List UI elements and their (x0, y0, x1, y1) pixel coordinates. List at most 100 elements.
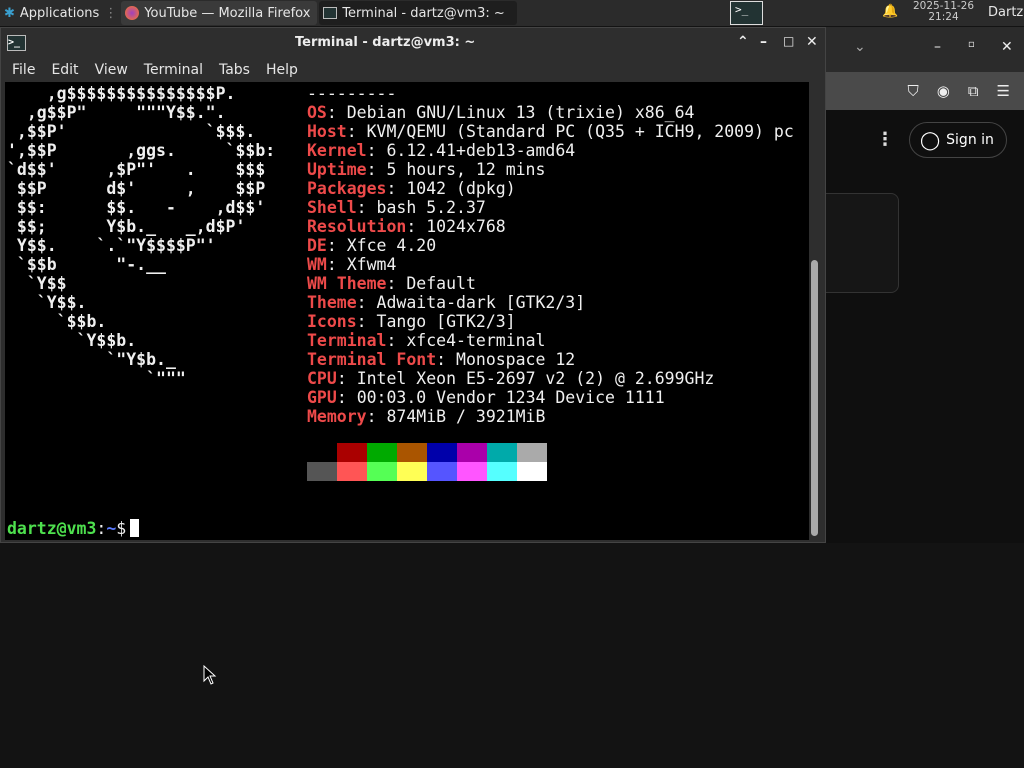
account-icon[interactable]: ◉ (937, 82, 950, 100)
menu-file[interactable]: File (1, 62, 43, 78)
extensions-icon[interactable]: ⧉ (968, 82, 979, 100)
user-circle-icon: ◯ (920, 129, 941, 151)
clock[interactable]: 2025-11-26 21:24 (913, 1, 974, 23)
notification-bell-icon[interactable]: 🔔 (882, 4, 898, 19)
applications-menu[interactable]: ✱ Applications ⋮ (0, 0, 121, 26)
info-line: Icons: Tango [GTK2/3] (307, 312, 516, 331)
color-swatch (337, 443, 367, 462)
info-label: DE (307, 236, 327, 255)
color-swatch (397, 462, 427, 481)
menu-terminal[interactable]: Terminal (136, 62, 211, 78)
info-label: Terminal Font (307, 350, 437, 369)
info-value: 1024x768 (426, 217, 506, 236)
info-label: Packages (307, 179, 387, 198)
mouse-cursor-icon (203, 665, 217, 685)
close-button[interactable]: ✕ (806, 34, 818, 50)
menu-bar: File Edit View Terminal Tabs Help (1, 57, 825, 82)
scrollbar[interactable] (811, 260, 818, 536)
pocket-icon[interactable]: ⛉ (907, 82, 918, 100)
info-line: WM Theme: Default (307, 274, 476, 293)
info-line: Theme: Adwaita-dark [GTK2/3] (307, 293, 586, 312)
color-swatch (307, 443, 337, 462)
sign-in-button[interactable]: ◯ Sign in (909, 122, 1007, 158)
info-label: GPU (307, 388, 337, 407)
info-label: OS (307, 103, 327, 122)
info-line: Terminal Font: Monospace 12 (307, 350, 576, 369)
info-value: 874MiB / 3921MiB (386, 407, 546, 426)
firefox-window: ⌄ – ▫ ✕ ⛉ ◉ ⧉ ☰ ⋮ ◯ Sign in (816, 27, 1024, 543)
color-swatch (427, 443, 457, 462)
info-label: CPU (307, 369, 337, 388)
info-line: Memory: 874MiB / 3921MiB (307, 407, 546, 426)
info-line: Shell: bash 5.2.37 (307, 198, 486, 217)
info-line: Resolution: 1024x768 (307, 217, 506, 236)
info-value: bash 5.2.37 (376, 198, 486, 217)
info-value: Intel Xeon E5-2697 v2 (2) @ 2.699GHz (356, 369, 715, 388)
maximize-button[interactable]: □ (783, 34, 794, 48)
color-swatch (367, 462, 397, 481)
color-swatch (427, 462, 457, 481)
shell-prompt[interactable]: dartz@vm3:~$ (7, 519, 140, 538)
debian-logo-ascii: ,g$$$$$$$$$$$$$$$P. ,g$$P" """Y$$.". ,$$… (7, 84, 276, 388)
terminal-screen[interactable]: ,g$$$$$$$$$$$$$$$P. ,g$$P" """Y$$.". ,$$… (5, 82, 809, 540)
color-swatch (307, 462, 337, 481)
info-label: Shell (307, 198, 357, 217)
info-line: Terminal: xfce4-terminal (307, 331, 546, 350)
menu-icon[interactable]: ☰ (997, 82, 1010, 100)
info-label: Terminal (307, 331, 387, 350)
more-options-icon[interactable]: ⋮ (876, 129, 894, 150)
color-swatch (457, 443, 487, 462)
info-value: 1042 (dpkg) (406, 179, 516, 198)
info-value: xfce4-terminal (406, 331, 546, 350)
info-line: CPU: Intel Xeon E5-2697 v2 (2) @ 2.699GH… (307, 369, 715, 388)
info-value: Adwaita-dark [GTK2/3] (376, 293, 586, 312)
color-swatch (397, 443, 427, 462)
close-button[interactable]: ✕ (1001, 39, 1013, 55)
info-value: 00:03.0 Vendor 1234 Device 1111 (356, 388, 665, 407)
info-label: WM (307, 255, 327, 274)
tab-list-chevron-icon[interactable]: ⌄ (854, 39, 866, 55)
color-palette (307, 443, 547, 481)
user-menu[interactable]: Dartz (988, 5, 1023, 20)
menu-edit[interactable]: Edit (43, 62, 86, 78)
info-line: Uptime: 5 hours, 12 mins (307, 160, 546, 179)
terminal-icon: >_ (7, 34, 26, 51)
info-value: Monospace 12 (456, 350, 576, 369)
system-info: --------- OS: Debian GNU/Linux 13 (trixi… (307, 84, 794, 426)
info-line: Host: KVM/QEMU (Standard PC (Q35 + ICH9,… (307, 122, 794, 141)
info-line: GPU: 00:03.0 Vendor 1234 Device 1111 (307, 388, 665, 407)
content-card (816, 193, 899, 293)
info-line: DE: Xfce 4.20 (307, 236, 437, 255)
window-title: Terminal - dartz@vm3: ~ (295, 35, 476, 50)
info-line: WM: Xfwm4 (307, 255, 397, 274)
info-value: Debian GNU/Linux 13 (trixie) x86_64 (346, 103, 695, 122)
top-panel: ✱ Applications ⋮ YouTube — Mozilla Firefox… (0, 0, 1024, 26)
info-line: Packages: 1042 (dpkg) (307, 179, 516, 198)
info-label: Host (307, 122, 347, 141)
info-line: OS: Debian GNU/Linux 13 (trixie) x86_64 (307, 103, 695, 122)
info-label: Kernel (307, 141, 367, 160)
terminal-icon (323, 7, 338, 19)
info-value: Default (406, 274, 476, 293)
maximize-button[interactable]: ▫ (968, 39, 975, 50)
menu-view[interactable]: View (87, 62, 136, 78)
xfce-logo-icon: ✱ (4, 5, 15, 21)
info-value: Xfce 4.20 (346, 236, 437, 255)
task-firefox[interactable]: YouTube — Mozilla Firefox (121, 1, 318, 25)
title-bar[interactable]: >_ Terminal - dartz@vm3: ~ ⌃ – □ ✕ (1, 28, 825, 57)
task-terminal[interactable]: Terminal - dartz@vm3: ~ (319, 1, 518, 25)
minimize-button[interactable]: – (934, 39, 941, 55)
minimize-button[interactable]: – (760, 34, 767, 50)
color-swatch (517, 462, 547, 481)
menu-help[interactable]: Help (258, 62, 306, 78)
shade-button[interactable]: ⌃ (737, 34, 749, 50)
info-value: 6.12.41+deb13-amd64 (386, 141, 576, 160)
menu-tabs[interactable]: Tabs (211, 62, 258, 78)
color-swatch (487, 462, 517, 481)
workspace-switcher[interactable]: >_ (730, 1, 763, 25)
color-swatch (457, 462, 487, 481)
terminal-window: >_ Terminal - dartz@vm3: ~ ⌃ – □ ✕ File E… (0, 27, 826, 543)
firefox-icon (125, 6, 140, 20)
text-cursor (130, 519, 140, 537)
color-swatch (517, 443, 547, 462)
